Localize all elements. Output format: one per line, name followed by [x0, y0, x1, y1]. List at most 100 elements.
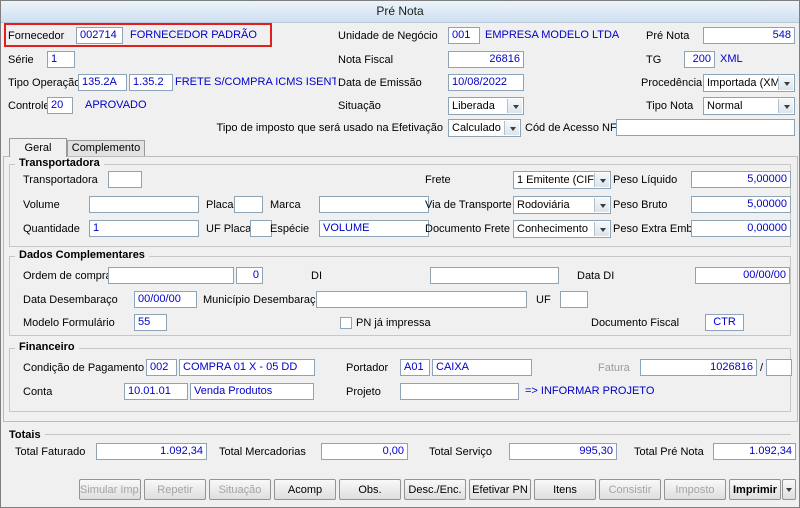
pn-ja-impressa-label: PN já impressa	[356, 315, 431, 332]
controle-field[interactable]: 20	[47, 97, 73, 114]
municipio-desembaraco-field[interactable]	[316, 291, 527, 308]
portador-code-field[interactable]: A01	[400, 359, 430, 376]
modelo-formulario-field[interactable]: 55	[134, 314, 167, 331]
tg-code-field[interactable]: 200	[684, 51, 715, 68]
imprimir-button[interactable]: Imprimir	[729, 479, 781, 500]
fatura-separator: /	[760, 360, 763, 377]
repetir-button[interactable]: Repetir	[144, 479, 206, 500]
chevron-down-icon	[513, 105, 519, 109]
peso-liquido-field[interactable]: 5,00000	[691, 171, 791, 188]
tipo-imposto-select[interactable]: Calculado	[448, 119, 521, 137]
total-mercadorias-label: Total Mercadorias	[219, 444, 306, 461]
pn-ja-impressa-checkbox[interactable]	[340, 317, 352, 329]
projeto-label: Projeto	[346, 384, 381, 401]
quantidade-field[interactable]: 1	[89, 220, 199, 237]
marca-field[interactable]	[319, 196, 429, 213]
transportadora-label: Transportadora	[23, 172, 98, 189]
total-servico-field[interactable]: 995,30	[509, 443, 617, 460]
serie-field[interactable]: 1	[47, 51, 75, 68]
pre-nota-window: Pré Nota Fornecedor 002714 FORNECEDOR PA…	[0, 0, 800, 508]
transportadora-group-title: Transportadora	[15, 157, 104, 170]
data-desembaraco-label: Data Desembaraço	[23, 292, 118, 309]
peso-bruto-field[interactable]: 5,00000	[691, 196, 791, 213]
condicao-pagamento-name-field[interactable]: COMPRA 01 X - 05 DD	[179, 359, 315, 376]
data-di-field[interactable]: 00/00/00	[695, 267, 790, 284]
total-pre-nota-field[interactable]: 1.092,34	[713, 443, 796, 460]
title-bar[interactable]: Pré Nota	[1, 1, 799, 23]
fornecedor-name-value: FORNECEDOR PADRÃO	[130, 27, 257, 44]
efetivar-pn-button[interactable]: Efetivar PN	[469, 479, 531, 500]
projeto-field[interactable]	[400, 383, 519, 400]
di-field[interactable]	[430, 267, 559, 284]
tipo-operacao-code1-field[interactable]: 135.2A	[78, 74, 127, 91]
uf-placa-field[interactable]	[250, 220, 272, 237]
situacao-select[interactable]: Liberada	[448, 97, 524, 115]
fatura-parcela-field[interactable]	[766, 359, 792, 376]
procedencia-select[interactable]: Importada (XML)	[703, 74, 795, 92]
modelo-formulario-label: Modelo Formulário	[23, 315, 115, 332]
window-title: Pré Nota	[376, 4, 423, 18]
tipo-imposto-value: Calculado	[452, 122, 501, 134]
ordem-compra-numero-field[interactable]: 0	[236, 267, 263, 284]
situacao-button[interactable]: Situação	[209, 479, 271, 500]
pre-nota-label: Pré Nota	[646, 28, 689, 45]
tipo-operacao-label: Tipo Operação	[8, 75, 80, 92]
simular-imp-button[interactable]: Simular Imp.	[79, 479, 141, 500]
especie-field[interactable]: VOLUME	[319, 220, 429, 237]
via-transporte-select[interactable]: Rodoviária	[513, 196, 611, 214]
total-mercadorias-field[interactable]: 0,00	[321, 443, 408, 460]
peso-extra-field[interactable]: 0,00000	[691, 220, 791, 237]
obs-button[interactable]: Obs.	[339, 479, 401, 500]
ordem-compra-field[interactable]	[108, 267, 234, 284]
portador-label: Portador	[346, 360, 388, 377]
documento-fiscal-label: Documento Fiscal	[591, 315, 679, 332]
imposto-button[interactable]: Imposto	[664, 479, 726, 500]
pre-nota-field[interactable]: 548	[703, 27, 795, 44]
uf-field[interactable]	[560, 291, 588, 308]
consistir-button[interactable]: Consistir	[599, 479, 661, 500]
portador-name-field[interactable]: CAIXA	[432, 359, 532, 376]
desc-enc-button[interactable]: Desc./Enc.	[404, 479, 466, 500]
totais-divider	[45, 434, 791, 435]
uf-label: UF	[536, 292, 551, 309]
tab-geral[interactable]: Geral	[9, 138, 67, 157]
tab-complemento[interactable]: Complemento	[67, 140, 145, 156]
cod-acesso-nfe-field[interactable]	[616, 119, 795, 136]
condicao-pagamento-code-field[interactable]: 002	[146, 359, 177, 376]
more-actions-button[interactable]	[782, 479, 796, 500]
tipo-nota-value: Normal	[707, 100, 742, 112]
conta-code-field[interactable]: 10.01.01	[124, 383, 188, 400]
tipo-operacao-code2-field[interactable]: 1.35.2	[129, 74, 173, 91]
tipo-operacao-desc-value: FRETE S/COMPRA ICMS ISENTO E IPI SU	[175, 74, 336, 91]
unidade-negocio-code-field[interactable]: 001	[448, 27, 480, 44]
ordem-compra-label: Ordem de compra	[23, 268, 112, 285]
frete-select[interactable]: 1 Emitente (CIF)	[513, 171, 611, 189]
tipo-nota-select[interactable]: Normal	[703, 97, 795, 115]
total-faturado-field[interactable]: 1.092,34	[96, 443, 207, 460]
placa-field[interactable]	[234, 196, 263, 213]
financeiro-group	[9, 348, 791, 412]
tipo-nota-label: Tipo Nota	[646, 98, 693, 115]
chevron-down-icon	[600, 228, 606, 232]
situacao-value: Liberada	[452, 100, 495, 112]
total-servico-label: Total Serviço	[429, 444, 492, 461]
frete-label: Frete	[425, 172, 451, 189]
volume-label: Volume	[23, 197, 60, 214]
di-label: DI	[311, 268, 322, 285]
documento-frete-select[interactable]: Conhecimento	[513, 220, 611, 238]
data-desembaraco-field[interactable]: 00/00/00	[134, 291, 197, 308]
transportadora-field[interactable]	[108, 171, 142, 188]
fornecedor-code-field[interactable]: 002714	[76, 27, 123, 44]
conta-name-field[interactable]: Venda Produtos	[190, 383, 314, 400]
volume-field[interactable]	[89, 196, 199, 213]
nota-fiscal-field[interactable]: 26816	[448, 51, 524, 68]
data-emissao-field[interactable]: 10/08/2022	[448, 74, 524, 91]
itens-button[interactable]: Itens	[534, 479, 596, 500]
documento-fiscal-field[interactable]: CTR	[705, 314, 744, 331]
chevron-down-icon	[600, 204, 606, 208]
acomp-button[interactable]: Acomp	[274, 479, 336, 500]
peso-extra-label: Peso Extra Emb.	[613, 221, 696, 238]
fatura-field[interactable]: 1026816	[640, 359, 757, 376]
fatura-label: Fatura	[598, 360, 630, 377]
tg-name-value: XML	[720, 51, 743, 68]
